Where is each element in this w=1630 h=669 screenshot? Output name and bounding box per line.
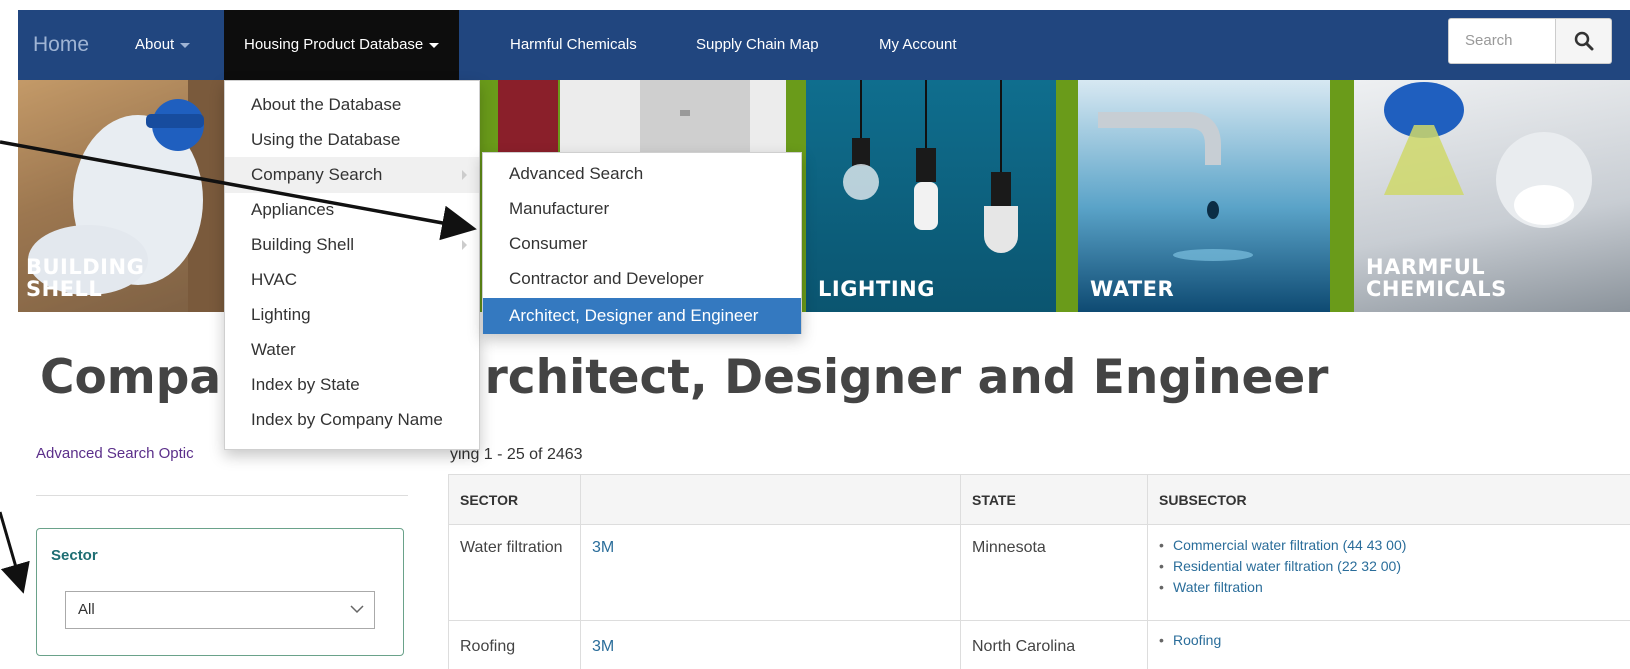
nav-about[interactable]: About [135, 10, 191, 80]
menu-item-company-search[interactable]: Company Search [225, 157, 479, 193]
sector-filter-panel: Sector All [36, 528, 404, 656]
col-header-subsector[interactable]: SUBSECTOR [1147, 475, 1630, 525]
search-button[interactable] [1556, 18, 1612, 64]
menu-item-label: Building Shell [251, 235, 355, 254]
menu-item-about-database[interactable]: About the Database [225, 87, 479, 123]
subsector-list: Commercial water filtration (44 43 00) R… [1159, 535, 1406, 598]
subsector-link[interactable]: Commercial water filtration (44 43 00) [1159, 535, 1406, 556]
sector-select-value: All [78, 601, 95, 618]
cell-subsector: Commercial water filtration (44 43 00) R… [1147, 535, 1406, 598]
company-search-submenu: Advanced Search Manufacturer Consumer Co… [482, 152, 802, 334]
nav-housing-product-database[interactable]: Housing Product Database [224, 10, 460, 80]
nav-supply-chain-map[interactable]: Supply Chain Map [696, 10, 819, 80]
search-input[interactable]: Search [1448, 18, 1556, 64]
sector-label: Sector [51, 547, 98, 564]
tile-lighting[interactable]: LIGHTING [806, 80, 1056, 312]
advanced-search-options-link[interactable]: Advanced Search Optic [36, 445, 194, 462]
company-link[interactable]: 3M [580, 536, 614, 560]
divider [36, 495, 408, 496]
submenu-item-architect-designer-engineer[interactable]: Architect, Designer and Engineer [483, 298, 801, 334]
arrow-to-sector-filter [0, 511, 30, 594]
cell-state: North Carolina [972, 638, 1076, 655]
tile-label: WATER [1090, 276, 1175, 301]
tile-building-shell[interactable]: BUILDING SHELL [18, 80, 228, 312]
cell-sector: Roofing [460, 638, 516, 655]
tile-water[interactable]: WATER [1078, 80, 1330, 312]
tile-label: BUILDING SHELL [26, 254, 145, 301]
menu-item-appliances[interactable]: Appliances [225, 192, 479, 228]
menu-item-index-by-company[interactable]: Index by Company Name [225, 402, 479, 438]
sector-select[interactable]: All [65, 591, 375, 629]
submenu-item-advanced-search[interactable]: Advanced Search [483, 156, 801, 192]
cell-subsector: Roofing [1147, 630, 1221, 651]
nav-harmful-chemicals[interactable]: Harmful Chemicals [510, 10, 637, 80]
subsector-link[interactable]: Roofing [1159, 630, 1221, 651]
menu-item-lighting[interactable]: Lighting [225, 297, 479, 333]
companies-table: SECTOR STATE SUBSECTOR Water filtration … [448, 474, 1630, 669]
tile-label: HARMFUL CHEMICALS [1366, 254, 1507, 301]
nav-home[interactable]: Home [33, 10, 89, 80]
page-title-left: Compan [40, 350, 255, 405]
tile-label: LIGHTING [818, 276, 935, 301]
chevron-down-icon [180, 42, 191, 48]
company-link[interactable]: 3M [580, 635, 614, 659]
database-dropdown-menu: About the Database Using the Database Co… [224, 80, 480, 450]
page-title-right: rchitect, Designer and Engineer [484, 350, 1329, 405]
cell-sector: Water filtration [460, 539, 563, 556]
col-header-company[interactable] [580, 475, 960, 525]
chevron-down-icon [350, 605, 364, 614]
cell-state: Minnesota [972, 539, 1046, 556]
search-icon [1574, 31, 1594, 51]
nav-about-label: About [135, 36, 175, 53]
submenu-item-consumer[interactable]: Consumer [483, 226, 801, 262]
menu-item-using-database[interactable]: Using the Database [225, 122, 479, 158]
subsector-link[interactable]: Residential water filtration (22 32 00) [1159, 556, 1406, 577]
subsector-link[interactable]: Water filtration [1159, 577, 1406, 598]
menu-item-label: Company Search [251, 165, 383, 184]
col-header-sector[interactable]: SECTOR [448, 475, 580, 525]
chevron-down-icon [429, 42, 440, 48]
top-navbar: Home About Housing Product Database Harm… [18, 10, 1630, 80]
nav-my-account[interactable]: My Account [879, 10, 957, 80]
submenu-item-manufacturer[interactable]: Manufacturer [483, 191, 801, 227]
col-header-state[interactable]: STATE [960, 475, 1147, 525]
menu-item-hvac[interactable]: HVAC [225, 262, 479, 298]
menu-item-water[interactable]: Water [225, 332, 479, 368]
menu-item-index-by-state[interactable]: Index by State [225, 367, 479, 403]
nav-database-label: Housing Product Database [244, 36, 424, 53]
submenu-item-contractor-developer[interactable]: Contractor and Developer [483, 261, 801, 297]
menu-item-building-shell[interactable]: Building Shell [225, 227, 479, 263]
chevron-right-icon [462, 240, 467, 250]
tile-harmful-chemicals[interactable]: HARMFUL CHEMICALS [1354, 80, 1630, 312]
chevron-right-icon [462, 170, 467, 180]
subsector-list: Roofing [1159, 630, 1221, 651]
